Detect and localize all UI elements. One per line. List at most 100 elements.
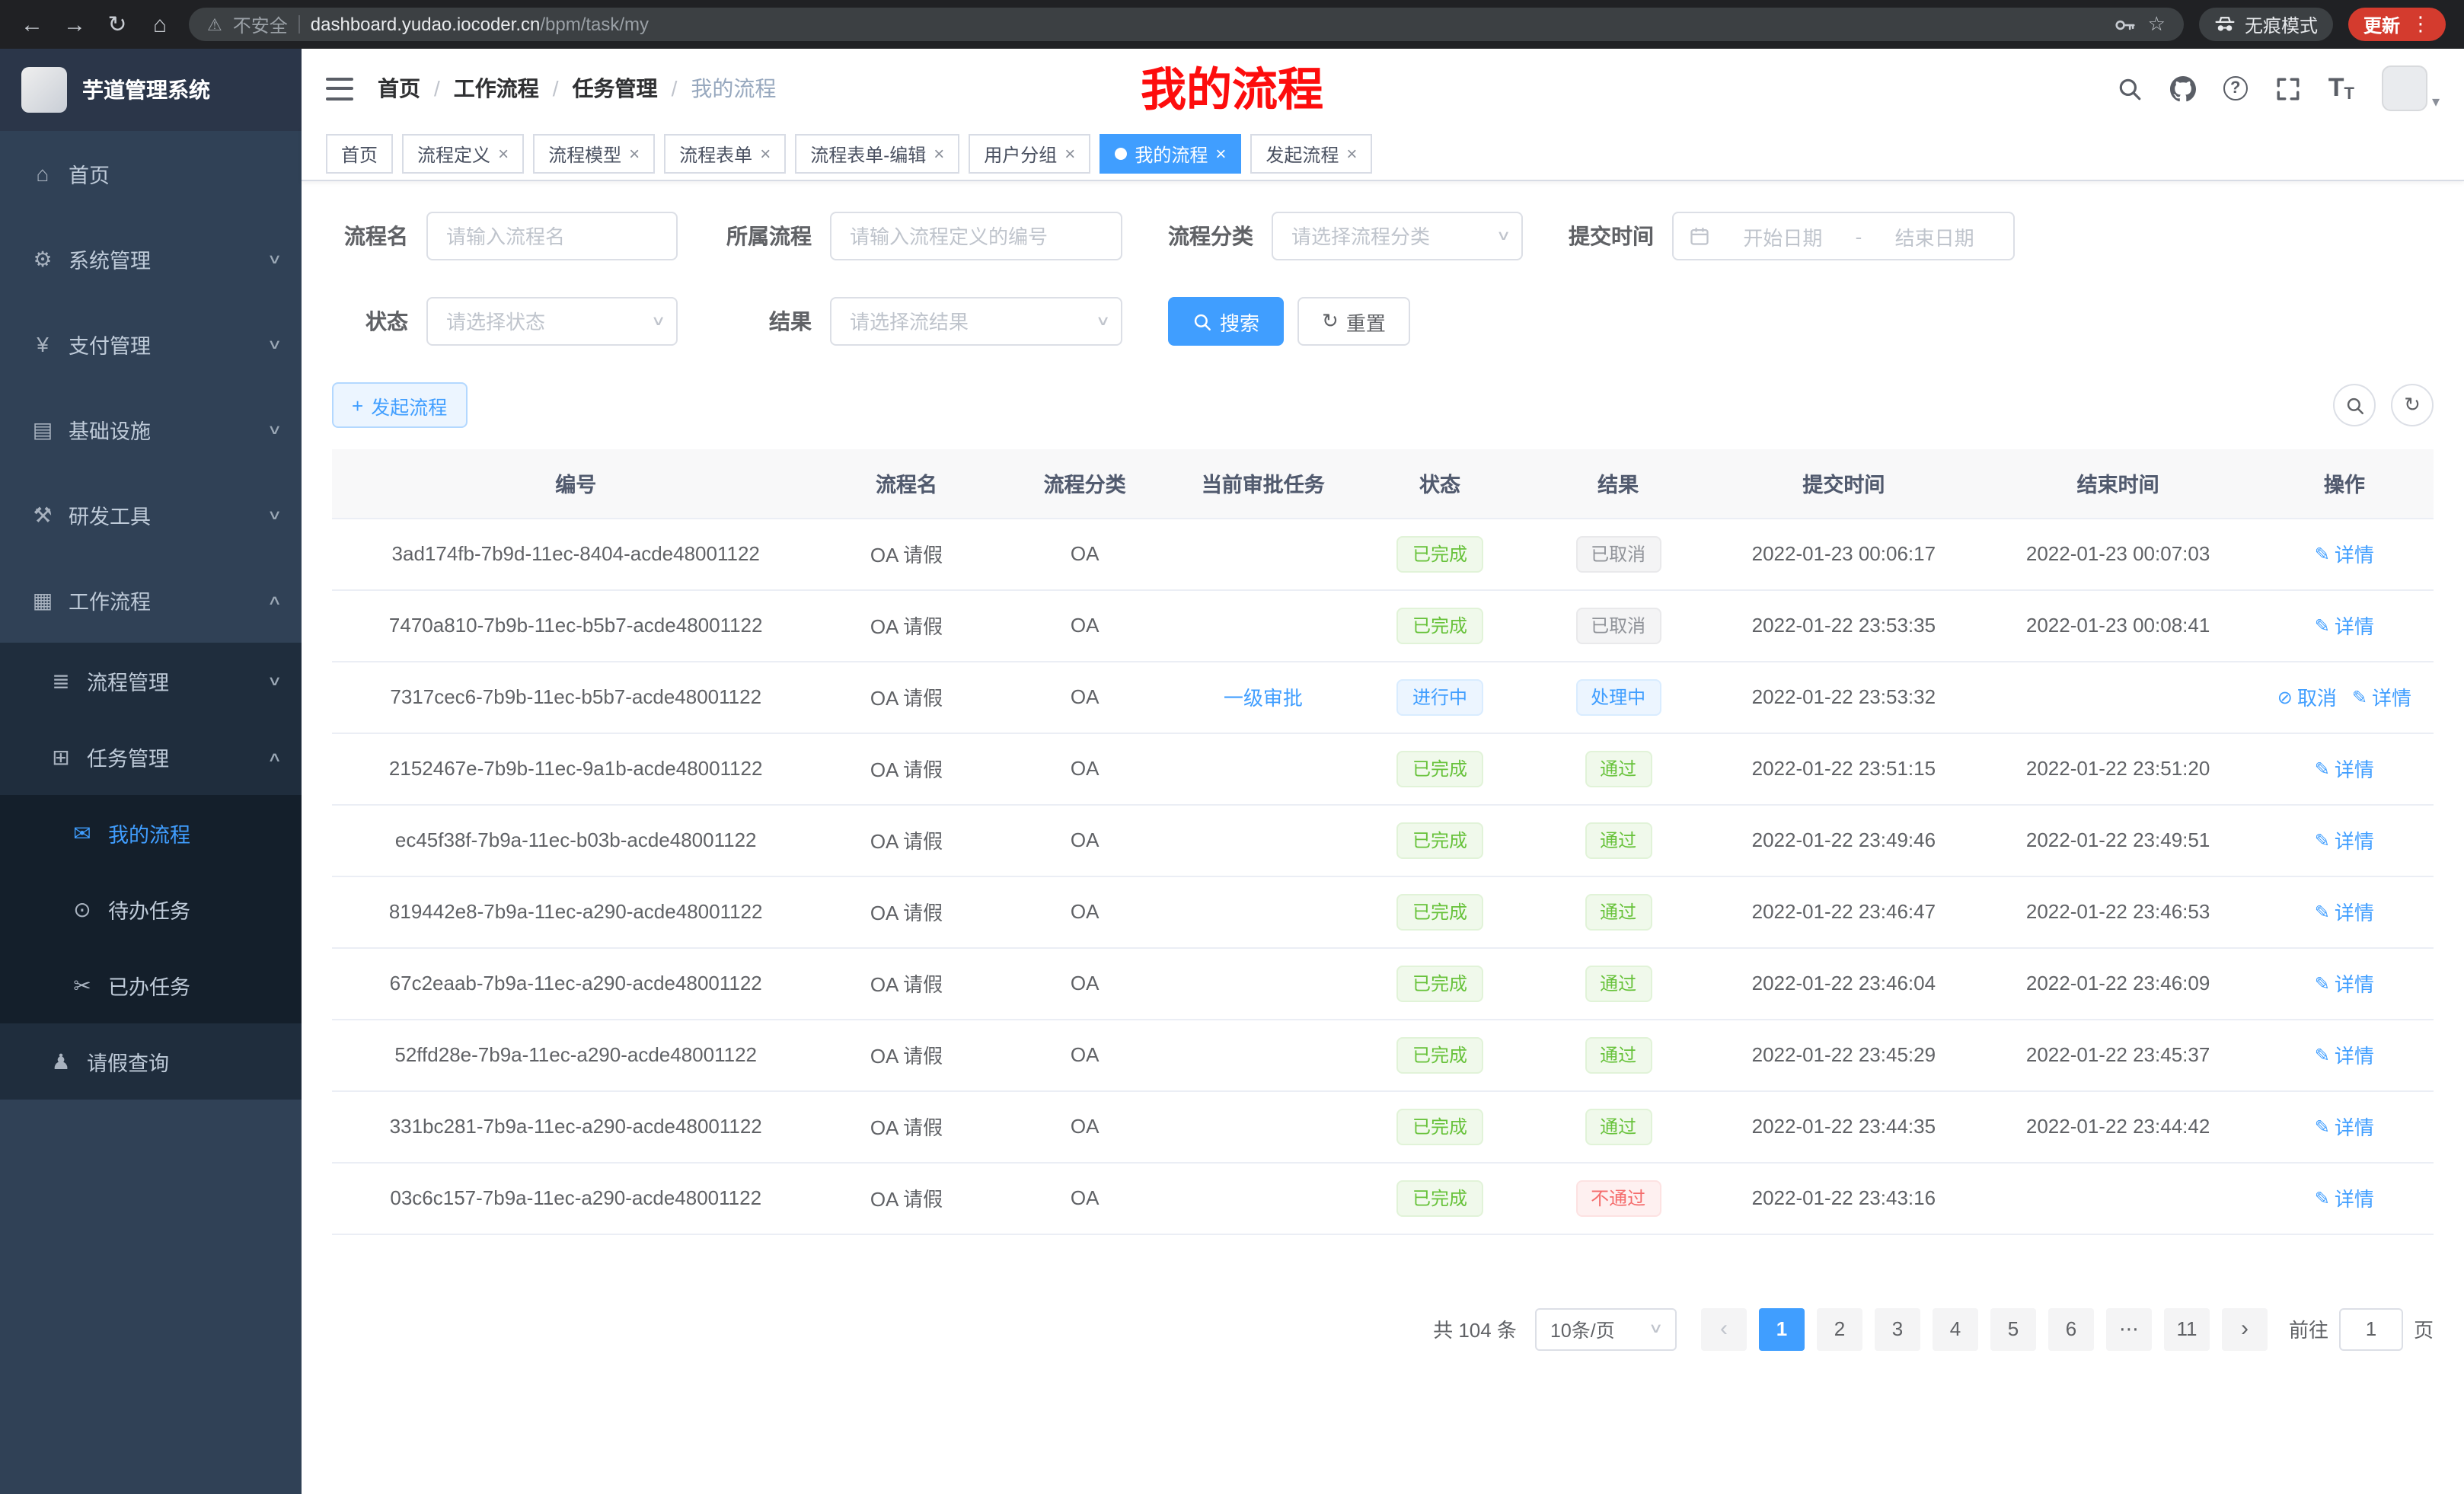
sidebar-item-devtools[interactable]: ⚒研发工具∨	[0, 472, 302, 557]
search-icon[interactable]	[2117, 75, 2143, 101]
sidebar-item-todo-task[interactable]: ⊙待办任务	[0, 871, 302, 947]
back-icon[interactable]: ←	[18, 11, 46, 37]
page-button-2[interactable]: 2	[1817, 1307, 1862, 1350]
sidebar-item-home[interactable]: ⌂首页	[0, 131, 302, 216]
home-icon: ⌂	[30, 161, 55, 186]
sidebar-item-done-task[interactable]: ✂已办任务	[0, 947, 302, 1023]
breadcrumb-separator: /	[553, 76, 559, 101]
tab-process-model[interactable]: 流程模型×	[533, 134, 655, 174]
security-label[interactable]: 不安全	[233, 11, 288, 37]
detail-label: 详情	[2335, 825, 2374, 854]
breadcrumb-home[interactable]: 首页	[378, 73, 420, 104]
tab-process-form-edit[interactable]: 流程表单-编辑×	[795, 134, 959, 174]
page-button-4[interactable]: 4	[1933, 1307, 1978, 1350]
end-date-placeholder[interactable]: 结束日期	[1871, 222, 1998, 251]
key-icon[interactable]	[2115, 13, 2137, 36]
detail-link[interactable]: ✎详情	[2315, 539, 2374, 568]
more-pages-button[interactable]: ⋯	[2106, 1307, 2152, 1350]
page-button-5[interactable]: 5	[1990, 1307, 2036, 1350]
sidebar-item-infra[interactable]: ▤基础设施∨	[0, 387, 302, 472]
jump-page-input[interactable]	[2339, 1307, 2403, 1350]
forward-icon[interactable]: →	[61, 11, 88, 37]
category-select-input[interactable]	[1272, 212, 1523, 260]
date-range-picker[interactable]: 开始日期 - 结束日期	[1672, 212, 2015, 260]
user-avatar[interactable]: ▾	[2382, 65, 2440, 111]
detail-link[interactable]: ✎详情	[2315, 825, 2374, 854]
status-badge: 已完成	[1397, 1180, 1483, 1216]
sidebar-item-workflow[interactable]: ▦工作流程∧	[0, 557, 302, 643]
edit-icon: ✎	[2315, 1044, 2330, 1065]
process-name-input[interactable]	[426, 212, 678, 260]
tab-user-group[interactable]: 用户分组×	[969, 134, 1090, 174]
status-select[interactable]: ∨	[426, 297, 678, 346]
reset-button[interactable]: ↻重置	[1297, 297, 1410, 346]
result-badge: 通过	[1585, 822, 1652, 858]
tab-process-form[interactable]: 流程表单×	[664, 134, 786, 174]
breadcrumb-task-management[interactable]: 任务管理	[573, 73, 658, 104]
tab-my-process[interactable]: 我的流程×	[1100, 134, 1241, 174]
close-icon[interactable]: ×	[629, 143, 640, 164]
page-button-1[interactable]: 1	[1759, 1307, 1805, 1350]
page-button-6[interactable]: 6	[2048, 1307, 2094, 1350]
close-icon[interactable]: ×	[1346, 143, 1357, 164]
browser-home-icon[interactable]: ⌂	[146, 11, 174, 37]
start-date-placeholder[interactable]: 开始日期	[1719, 222, 1846, 251]
cancel-link[interactable]: ⊘取消	[2277, 682, 2337, 711]
edit-icon: ✎	[2315, 1116, 2330, 1137]
update-button[interactable]: 更新 ⋮	[2348, 8, 2446, 41]
refresh-table-button[interactable]: ↻	[2391, 384, 2434, 426]
detail-link[interactable]: ✎详情	[2315, 611, 2374, 640]
page-size-select[interactable]: 10条/页 ∨	[1535, 1307, 1677, 1350]
hamburger-icon[interactable]	[326, 77, 353, 100]
detail-link[interactable]: ✎详情	[2315, 1112, 2374, 1141]
toggle-search-button[interactable]	[2333, 384, 2376, 426]
menu-dots-icon[interactable]: ⋮	[2411, 12, 2430, 37]
sidebar-item-process-management[interactable]: ≣流程管理∨	[0, 643, 302, 719]
task-link[interactable]: 一级审批	[1224, 687, 1303, 710]
incognito-icon	[2214, 14, 2236, 35]
category-select[interactable]: ∨	[1272, 212, 1523, 260]
result-select-input[interactable]	[830, 297, 1122, 346]
help-icon[interactable]: ?	[2223, 76, 2248, 101]
process-id-input[interactable]	[830, 212, 1122, 260]
status-select-input[interactable]	[426, 297, 678, 346]
font-size-icon[interactable]: TT	[2328, 73, 2354, 104]
close-icon[interactable]: ×	[760, 143, 771, 164]
detail-link[interactable]: ✎详情	[2315, 897, 2374, 926]
detail-link[interactable]: ✎详情	[2315, 969, 2374, 998]
url-bar[interactable]: ⚠ 不安全 dashboard.yudao.iocoder.cn/bpm/tas…	[189, 8, 2184, 41]
sidebar-item-task-management[interactable]: ⊞任务管理∧	[0, 719, 302, 795]
sidebar-item-system[interactable]: ⚙系统管理∨	[0, 216, 302, 302]
tab-home[interactable]: 首页	[326, 134, 393, 174]
close-icon[interactable]: ×	[1215, 143, 1226, 164]
close-icon[interactable]: ×	[498, 143, 509, 164]
search-button[interactable]: 搜索	[1168, 297, 1284, 346]
tab-start-process[interactable]: 发起流程×	[1250, 134, 1372, 174]
detail-link[interactable]: ✎详情	[2315, 1183, 2374, 1212]
prev-page-button[interactable]: ‹	[1701, 1307, 1747, 1350]
bookmark-star-icon[interactable]: ☆	[2148, 12, 2166, 37]
detail-link[interactable]: ✎详情	[2315, 754, 2374, 783]
detail-link[interactable]: ✎详情	[2352, 682, 2411, 711]
detail-link[interactable]: ✎详情	[2315, 1040, 2374, 1069]
close-icon[interactable]: ×	[934, 143, 944, 164]
next-page-button[interactable]: ›	[2222, 1307, 2268, 1350]
close-icon[interactable]: ×	[1064, 143, 1075, 164]
page-button-3[interactable]: 3	[1875, 1307, 1920, 1350]
sidebar-item-my-process[interactable]: ✉我的流程	[0, 795, 302, 871]
cell-id: 819442e8-7b9a-11ec-a290-acde48001122	[332, 876, 819, 947]
url-text[interactable]: dashboard.yudao.iocoder.cn/bpm/task/my	[311, 14, 649, 35]
result-select[interactable]: ∨	[830, 297, 1122, 346]
result-badge: 通过	[1585, 1036, 1652, 1073]
sidebar-item-payment[interactable]: ¥支付管理∨	[0, 302, 302, 387]
fullscreen-icon[interactable]	[2275, 75, 2301, 101]
tab-process-definition[interactable]: 流程定义×	[402, 134, 524, 174]
breadcrumb-workflow[interactable]: 工作流程	[454, 73, 539, 104]
page-button-11[interactable]: 11	[2164, 1307, 2210, 1350]
github-icon[interactable]	[2170, 75, 2196, 101]
create-process-button[interactable]: +发起流程	[332, 382, 467, 428]
sidebar-item-leave-query[interactable]: ♟请假查询	[0, 1023, 302, 1100]
reload-icon[interactable]: ↻	[104, 11, 131, 38]
main-area: 首页 / 工作流程 / 任务管理 / 我的流程 我的流程 ? TT ▾	[302, 49, 2464, 1494]
cell-result: 已取消	[1530, 518, 1706, 589]
